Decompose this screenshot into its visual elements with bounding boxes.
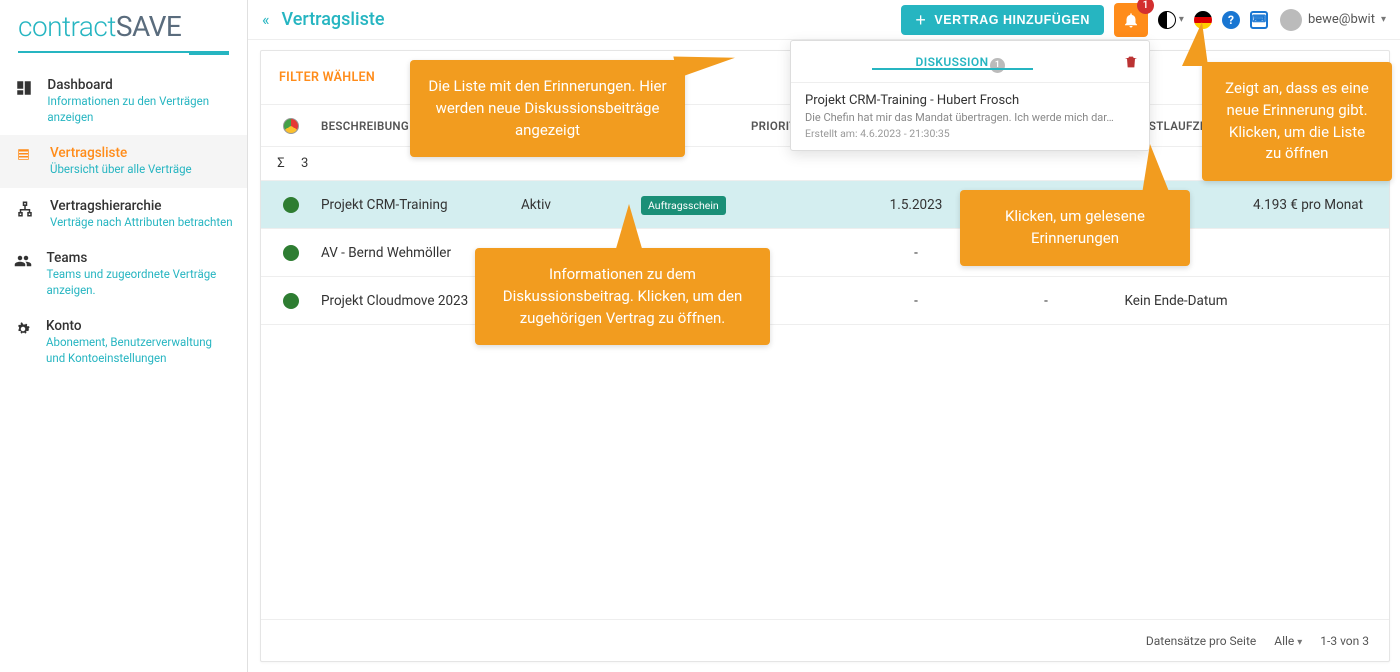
shortcut-button[interactable]: ⌨ [1250, 11, 1268, 29]
callout-read-reminders: Klicken, um gelesene Erinnerungen [960, 190, 1190, 266]
tab-diskussion[interactable]: DISKUSSION 1 [791, 55, 1113, 69]
nav-subtitle: Abonement, Benutzerverwaltung und Kontoe… [46, 335, 233, 366]
table-footer: Datensätze pro Seite Alle ▾ 1-3 von 3 [261, 619, 1389, 661]
notifications-popover: DISKUSSION 1 Projekt CRM-Training - Hube… [790, 40, 1150, 151]
logo-part2: SAVE [116, 10, 181, 43]
chevron-down-icon: ▾ [1381, 14, 1386, 25]
callout-discussion-info: Informationen zu dem Diskussionsbeitrag.… [475, 248, 770, 345]
shortcut-icon: ⌨ [1250, 11, 1268, 29]
contrast-toggle[interactable]: ▾ [1158, 11, 1184, 29]
clear-notifications-button[interactable] [1113, 54, 1149, 70]
nav-title: Dashboard [47, 77, 233, 93]
user-name: bewe@bwit [1308, 12, 1375, 27]
status-dot-icon [283, 245, 299, 261]
nav-subtitle: Informationen zu den Verträgen anzeigen [47, 94, 233, 125]
sidebar-item-teams[interactable]: TeamsTeams und zugeordnete Verträge anze… [0, 240, 247, 308]
tab-badge: 1 [990, 58, 1005, 73]
topbar: « Vertragsliste +VERTRAG HINZUFÜGEN 1 ▾ … [248, 0, 1400, 40]
logo-part1: contract [18, 10, 116, 43]
callout-reminder-list: Die Liste mit den Erinnerungen. Hier wer… [410, 60, 685, 157]
nav-title: Vertragshierarchie [50, 198, 233, 214]
user-menu[interactable]: bewe@bwit ▾ [1280, 9, 1386, 31]
nav: DashboardInformationen zu den Verträgen … [0, 67, 247, 376]
per-page-select[interactable]: Alle ▾ [1274, 634, 1302, 648]
teams-icon [14, 250, 33, 270]
help-icon: ? [1222, 11, 1240, 29]
notification-meta: Erstellt am: 4.6.2023 - 21:30:35 [805, 127, 1135, 140]
sigma-icon: Σ [261, 156, 301, 171]
plus-icon: + [915, 14, 926, 26]
cell-start: - [851, 293, 981, 309]
nav-subtitle: Teams und zugeordnete Verträge anzeigen. [47, 267, 233, 298]
contrast-icon [1158, 11, 1176, 29]
table-row[interactable]: AV - Bernd Wehmöller - - [261, 229, 1389, 277]
notifications-badge: 1 [1137, 0, 1154, 14]
help-button[interactable]: ? [1222, 11, 1240, 29]
sidebar-item-konto[interactable]: KontoAbonement, Benutzerverwaltung und K… [0, 308, 247, 376]
pagination-range: 1-3 von 3 [1320, 634, 1369, 648]
status-dot-icon [283, 197, 299, 213]
bell-icon [1122, 11, 1140, 29]
notification-title: Projekt CRM-Training - Hubert Frosch [805, 93, 1135, 108]
cell-amount: 4.193 € pro Monat [1241, 197, 1389, 213]
add-contract-label: VERTRAG HINZUFÜGEN [934, 13, 1090, 27]
sidebar: contractSAVE DashboardInformationen zu d… [0, 0, 248, 672]
cell-end: - [981, 293, 1111, 309]
sidebar-item-hierarchie[interactable]: VertragshierarchieVerträge nach Attribut… [0, 188, 247, 241]
notification-body: Die Chefin hat mir das Mandat übertragen… [805, 111, 1135, 124]
trash-icon [1123, 54, 1139, 70]
page-title: Vertragsliste [282, 9, 385, 30]
hierarchy-icon [14, 198, 36, 218]
nav-title: Teams [47, 250, 233, 266]
logo: contractSAVE [0, 0, 247, 61]
callout-bell-indicator: Zeigt an, dass es eine neue Erinnerung g… [1202, 62, 1392, 181]
filter-label[interactable]: FILTER WÄHLEN [279, 70, 375, 85]
dashboard-icon [14, 77, 33, 97]
avatar-icon [1280, 9, 1302, 31]
add-contract-button[interactable]: + VERTRAG HINZUFÜGEN [901, 5, 1104, 35]
nav-subtitle: Verträge nach Attributen betrachten [50, 215, 233, 231]
sidebar-item-vertragsliste[interactable]: VertragslisteÜbersicht über alle Verträg… [0, 135, 247, 188]
cell-rest: Kein Ende-Datum [1111, 293, 1241, 309]
status-dot-icon [283, 293, 299, 309]
sidebar-item-dashboard[interactable]: DashboardInformationen zu den Verträgen … [0, 67, 247, 135]
cell-desc: Projekt CRM-Training [321, 197, 521, 213]
gear-icon [14, 318, 32, 338]
sum-count: 3 [301, 156, 341, 171]
status-filter-icon[interactable] [283, 118, 299, 134]
list-icon [14, 145, 36, 165]
nav-title: Konto [46, 318, 233, 334]
cell-badge: Auftragsschein [641, 196, 726, 215]
table-row[interactable]: Projekt CRM-Training Aktiv Auftragsschei… [261, 181, 1389, 229]
notification-item[interactable]: Projekt CRM-Training - Hubert Frosch Die… [791, 83, 1149, 150]
table-row[interactable]: Projekt Cloudmove 2023 - - Kein Ende-Dat… [261, 277, 1389, 325]
tab-label: DISKUSSION [916, 55, 989, 69]
collapse-sidebar-button[interactable]: « [256, 6, 276, 33]
nav-title: Vertragsliste [50, 145, 192, 161]
nav-subtitle: Übersicht über alle Verträge [50, 162, 192, 178]
per-page-label: Datensätze pro Seite [1146, 634, 1256, 648]
